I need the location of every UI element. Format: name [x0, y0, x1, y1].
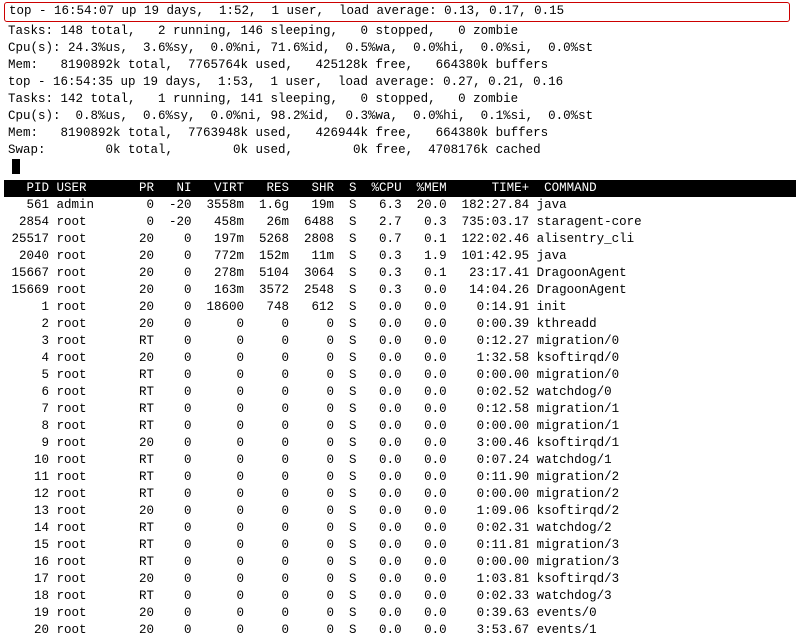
process-row: 11 root RT 0 0 0 0 S 0.0 0.0 0:11.90 mig… — [4, 469, 796, 486]
process-row: 561 admin 0 -20 3558m 1.6g 19m S 6.3 20.… — [4, 197, 796, 214]
process-row: 8 root RT 0 0 0 0 S 0.0 0.0 0:00.00 migr… — [4, 418, 796, 435]
process-row: 15667 root 20 0 278m 5104 3064 S 0.3 0.1… — [4, 265, 796, 282]
process-row: 12 root RT 0 0 0 0 S 0.0 0.0 0:00.00 mig… — [4, 486, 796, 503]
cursor-icon — [12, 159, 20, 174]
process-row: 2040 root 20 0 772m 152m 11m S 0.3 1.9 1… — [4, 248, 796, 265]
top-summary-line-2: top - 16:54:35 up 19 days, 1:53, 1 user,… — [4, 74, 796, 91]
top-swap-line: Swap: 0k total, 0k used, 0k free, 470817… — [4, 142, 796, 159]
process-row: 7 root RT 0 0 0 0 S 0.0 0.0 0:12.58 migr… — [4, 401, 796, 418]
process-row: 3 root RT 0 0 0 0 S 0.0 0.0 0:12.27 migr… — [4, 333, 796, 350]
process-row: 17 root 20 0 0 0 0 S 0.0 0.0 1:03.81 kso… — [4, 571, 796, 588]
process-row: 25517 root 20 0 197m 5268 2808 S 0.7 0.1… — [4, 231, 796, 248]
process-row: 10 root RT 0 0 0 0 S 0.0 0.0 0:07.24 wat… — [4, 452, 796, 469]
process-row: 2 root 20 0 0 0 0 S 0.0 0.0 0:00.39 kthr… — [4, 316, 796, 333]
process-row: 18 root RT 0 0 0 0 S 0.0 0.0 0:02.33 wat… — [4, 588, 796, 605]
process-row: 15 root RT 0 0 0 0 S 0.0 0.0 0:11.81 mig… — [4, 537, 796, 554]
top-cpu-line-2: Cpu(s): 0.8%us, 0.6%sy, 0.0%ni, 98.2%id,… — [4, 108, 796, 125]
process-row: 2854 root 0 -20 458m 26m 6488 S 2.7 0.3 … — [4, 214, 796, 231]
top-cpu-line-1: Cpu(s): 24.3%us, 3.6%sy, 0.0%ni, 71.6%id… — [4, 40, 796, 57]
process-table: PID USER PR NI VIRT RES SHR S %CPU %MEM … — [4, 180, 796, 637]
process-row: 13 root 20 0 0 0 0 S 0.0 0.0 1:09.06 kso… — [4, 503, 796, 520]
process-row: 4 root 20 0 0 0 0 S 0.0 0.0 1:32.58 ksof… — [4, 350, 796, 367]
process-row: 6 root RT 0 0 0 0 S 0.0 0.0 0:02.52 watc… — [4, 384, 796, 401]
top-mem-line-1: Mem: 8190892k total, 7765764k used, 4251… — [4, 57, 796, 74]
top-summary-highlighted: top - 16:54:07 up 19 days, 1:52, 1 user,… — [4, 2, 790, 22]
top-mem-line-2: Mem: 8190892k total, 7763948k used, 4269… — [4, 125, 796, 142]
process-table-body: 561 admin 0 -20 3558m 1.6g 19m S 6.3 20.… — [4, 197, 796, 637]
command-input-line[interactable] — [4, 159, 796, 178]
top-tasks-line-1: Tasks: 148 total, 2 running, 146 sleepin… — [4, 23, 796, 40]
process-table-header: PID USER PR NI VIRT RES SHR S %CPU %MEM … — [4, 180, 796, 197]
process-row: 20 root 20 0 0 0 0 S 0.0 0.0 3:53.67 eve… — [4, 622, 796, 637]
process-row: 15669 root 20 0 163m 3572 2548 S 0.3 0.0… — [4, 282, 796, 299]
process-row: 16 root RT 0 0 0 0 S 0.0 0.0 0:00.00 mig… — [4, 554, 796, 571]
process-row: 9 root 20 0 0 0 0 S 0.0 0.0 3:00.46 ksof… — [4, 435, 796, 452]
process-row: 5 root RT 0 0 0 0 S 0.0 0.0 0:00.00 migr… — [4, 367, 796, 384]
process-row: 19 root 20 0 0 0 0 S 0.0 0.0 0:39.63 eve… — [4, 605, 796, 622]
top-tasks-line-2: Tasks: 142 total, 1 running, 141 sleepin… — [4, 91, 796, 108]
process-row: 1 root 20 0 18600 748 612 S 0.0 0.0 0:14… — [4, 299, 796, 316]
process-row: 14 root RT 0 0 0 0 S 0.0 0.0 0:02.31 wat… — [4, 520, 796, 537]
